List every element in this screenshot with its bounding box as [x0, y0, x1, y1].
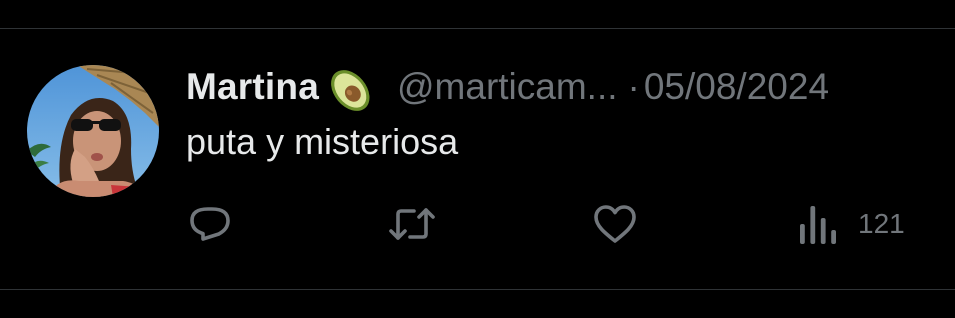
retweet-button[interactable] [386, 199, 438, 249]
separator-dot: · [627, 66, 640, 107]
avocado-emoji-icon [321, 63, 377, 115]
reply-button[interactable] [186, 199, 234, 249]
repost-arrows-icon [386, 200, 438, 248]
user-handle[interactable]: @marticam... [397, 66, 618, 108]
tweet-header: Martina @marticam... · 05/08/2024 [186, 63, 829, 111]
avatar[interactable] [27, 65, 159, 197]
timestamp[interactable]: 05/08/2024 [644, 66, 829, 108]
views-count: 121 [858, 208, 905, 239]
speech-bubble-icon [186, 200, 234, 248]
tweet[interactable]: Martina @marticam... · 05/08/2024 puta y… [0, 29, 955, 289]
display-name[interactable]: Martina [186, 66, 319, 108]
like-button[interactable] [590, 199, 640, 249]
action-bar: 121 [0, 199, 955, 249]
tweet-text: puta y misteriosa [186, 121, 459, 162]
bottom-divider [0, 289, 955, 290]
heart-outline-icon [590, 200, 640, 248]
views-button[interactable]: 121 [796, 199, 905, 249]
bar-chart-icon [796, 200, 838, 248]
